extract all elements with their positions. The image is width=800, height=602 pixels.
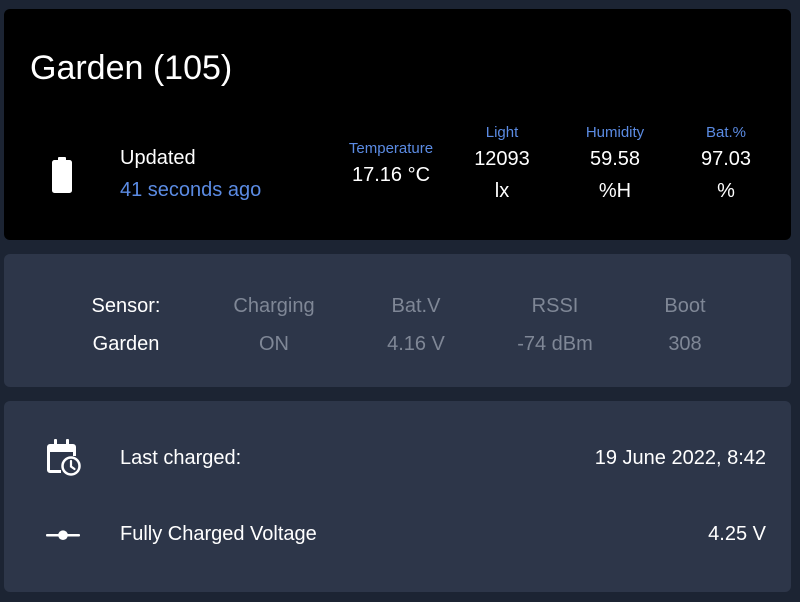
- bat-voltage-value: 4.16 V: [387, 333, 445, 355]
- metric-humidity-unit: %H: [598, 180, 632, 202]
- boot-column: Boot 308: [610, 287, 760, 363]
- metric-humidity: Humidity 59.58 %H: [569, 123, 661, 207]
- metric-battery-value: 97.03: [700, 148, 752, 170]
- fully-charged-voltage-label: Fully Charged Voltage: [120, 523, 317, 545]
- sensor-name-column: Sensor: Garden: [51, 287, 201, 363]
- rssi-header: RSSI: [531, 295, 579, 317]
- charging-header: Charging: [233, 295, 315, 317]
- updated-label: Updated: [120, 147, 196, 169]
- last-charged-value: 19 June 2022, 8:42: [594, 447, 766, 469]
- metric-light-label: Light: [485, 124, 519, 141]
- sensor-name-header: Sensor:: [91, 295, 161, 317]
- charge-info-card: Last charged: 19 June 2022, 8:42 Fully C…: [4, 401, 791, 592]
- rssi-column: RSSI -74 dBm: [480, 287, 630, 363]
- fully-charged-voltage-value: 4.25 V: [708, 523, 766, 545]
- bat-voltage-column: Bat.V 4.16 V: [341, 287, 491, 363]
- metric-light: Light 12093 lx: [458, 123, 546, 207]
- metric-battery-label: Bat.%: [705, 124, 747, 141]
- metric-temperature-label: Temperature: [348, 140, 434, 157]
- metric-battery: Bat.% 97.03 %: [681, 123, 771, 207]
- boot-value: 308: [668, 333, 702, 355]
- metric-battery-unit: %: [717, 180, 735, 202]
- sensor-name-value: Garden: [92, 333, 160, 355]
- sensor-details-card: Sensor: Garden Charging ON Bat.V 4.16 V …: [4, 254, 791, 387]
- battery-full-icon: [52, 157, 72, 193]
- metric-humidity-label: Humidity: [585, 124, 645, 141]
- last-charged-label: Last charged:: [120, 447, 242, 469]
- rssi-value: -74 dBm: [517, 333, 593, 355]
- main-status-card: Garden (105) Updated 41 seconds ago Temp…: [4, 9, 791, 240]
- metric-temperature: Temperature 17.16 °C: [340, 139, 442, 191]
- updated-time: 41 seconds ago: [120, 179, 262, 201]
- metric-temperature-value: 17.16 °C: [351, 164, 431, 186]
- metric-light-value: 12093: [474, 148, 530, 170]
- bat-voltage-header: Bat.V: [391, 295, 441, 317]
- charging-value: ON: [259, 333, 289, 355]
- charging-column: Charging ON: [199, 287, 349, 363]
- sensor-title: Garden (105): [30, 49, 233, 87]
- calendar-clock-icon: [47, 439, 81, 476]
- metric-humidity-value: 59.58: [589, 148, 641, 170]
- voltage-icon: [46, 530, 80, 540]
- boot-header: Boot: [664, 295, 706, 317]
- metric-light-unit: lx: [494, 180, 510, 202]
